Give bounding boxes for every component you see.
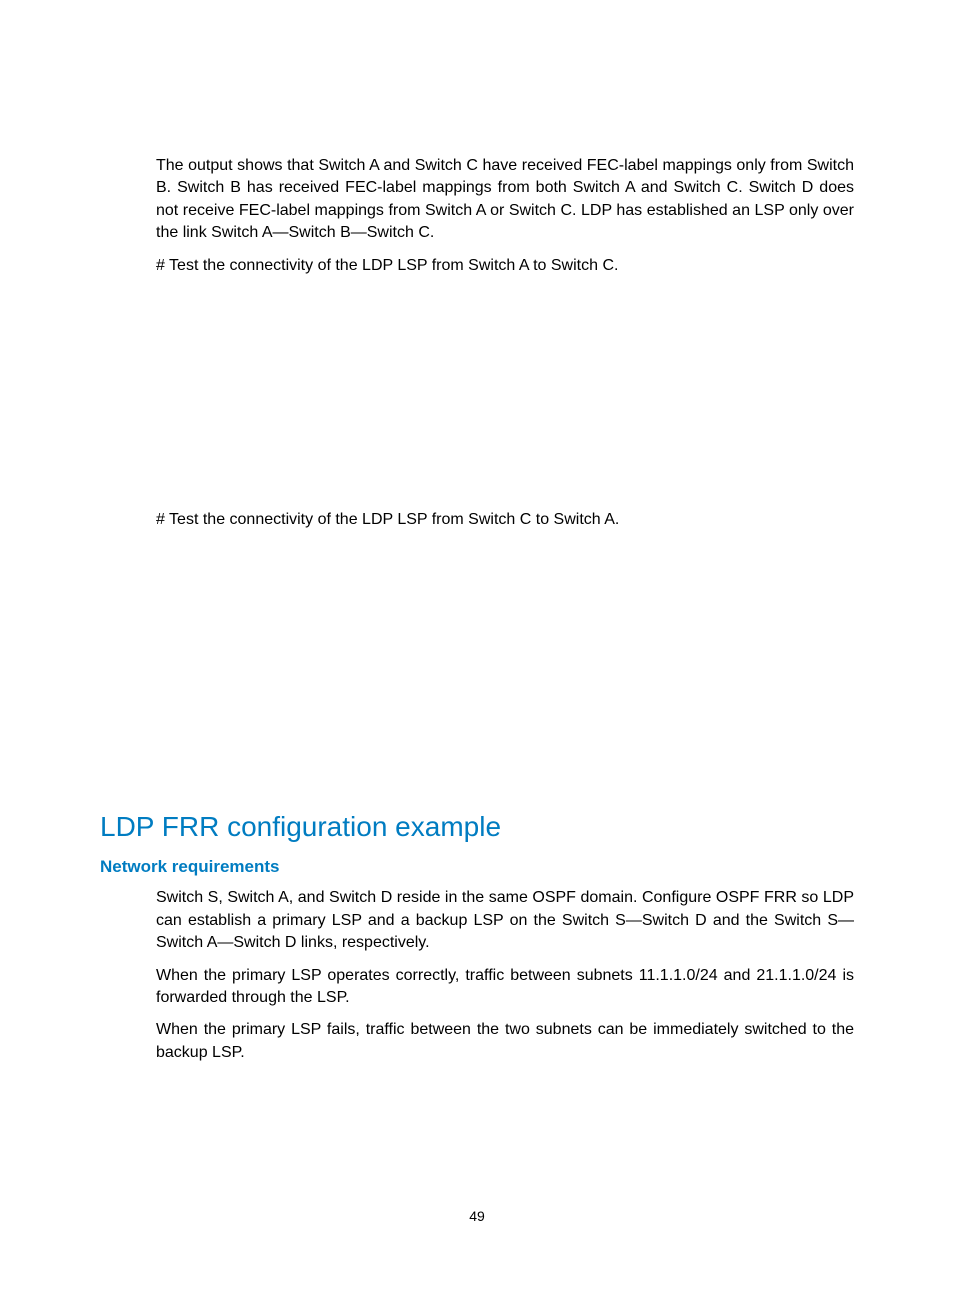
paragraph-test-c-to-a: # Test the connectivity of the LDP LSP f… (156, 509, 854, 531)
page-content: The output shows that Switch A and Switc… (0, 0, 954, 1064)
paragraph-output-shows: The output shows that Switch A and Switc… (156, 155, 854, 245)
paragraph-network-req-2: When the primary LSP operates correctly,… (156, 965, 854, 1010)
paragraph-network-req-3: When the primary LSP fails, traffic betw… (156, 1019, 854, 1064)
paragraph-test-a-to-c: # Test the connectivity of the LDP LSP f… (156, 255, 854, 277)
blank-gap (100, 541, 854, 811)
heading-ldp-frr: LDP FRR configuration example (100, 811, 854, 843)
heading-network-requirements: Network requirements (100, 857, 854, 877)
paragraph-network-req-1: Switch S, Switch A, and Switch D reside … (156, 887, 854, 954)
page-number: 49 (0, 1208, 954, 1224)
blank-gap (100, 287, 854, 509)
